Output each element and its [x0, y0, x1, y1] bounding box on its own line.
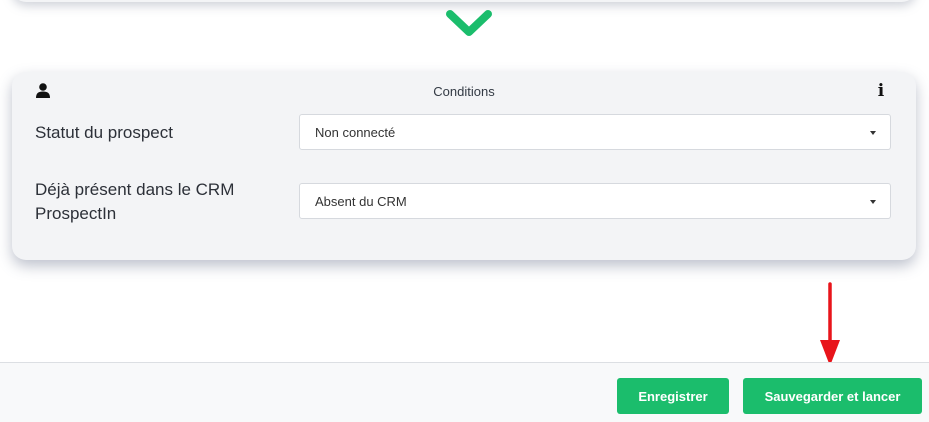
conditions-card-header: Conditions i	[12, 72, 916, 108]
prospect-status-label: Statut du prospect	[35, 123, 173, 142]
save-button[interactable]: Enregistrer	[617, 378, 729, 414]
caret-down-icon	[870, 131, 876, 135]
save-and-launch-button[interactable]: Sauvegarder et lancer	[743, 378, 922, 414]
conditions-title: Conditions	[433, 84, 495, 99]
info-icon[interactable]: i	[876, 81, 886, 101]
chevron-down-icon	[446, 10, 492, 36]
crm-presence-label: Déjà présent dans le CRM ProspectIn	[35, 180, 235, 223]
footer-bar: Enregistrer Sauvegarder et lancer	[0, 362, 929, 422]
crm-presence-select[interactable]: Absent du CRM	[299, 183, 891, 219]
previous-step-card	[12, 0, 916, 2]
prospect-status-select[interactable]: Non connecté	[299, 114, 891, 150]
arrow-down-icon	[820, 282, 840, 366]
conditions-card: Conditions i Statut du prospect Non conn…	[12, 72, 916, 260]
crm-presence-value: Absent du CRM	[315, 194, 407, 209]
prospect-status-value: Non connecté	[315, 125, 396, 140]
caret-down-icon	[870, 200, 876, 204]
